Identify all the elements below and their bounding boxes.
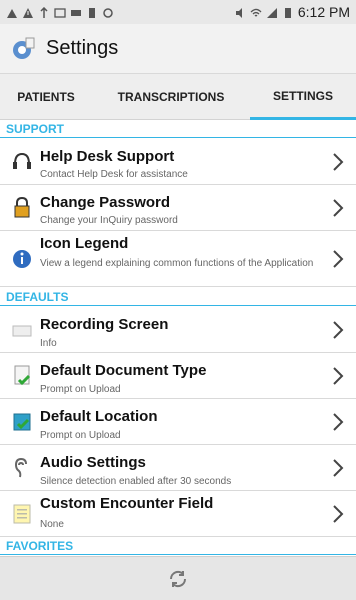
item-title: Custom Encounter Field <box>40 495 214 512</box>
item-subtitle: Prompt on Upload <box>40 430 121 441</box>
chevron-right-icon <box>330 249 346 269</box>
chevron-right-icon <box>330 412 346 432</box>
list-item-change-password[interactable]: Change Password Change your InQuiry pass… <box>0 185 356 231</box>
lock-icon <box>10 196 34 220</box>
tab-patients[interactable]: PATIENTS <box>0 74 92 120</box>
app-icon <box>70 6 82 18</box>
notification-icon <box>6 6 18 18</box>
status-bar: 6:12 PM <box>0 0 356 24</box>
tab-transcriptions[interactable]: TRANSCRIPTIONS <box>92 74 250 120</box>
ear-icon <box>10 456 34 480</box>
item-title: Recording Screen <box>40 316 169 333</box>
tab-label: PATIENTS <box>17 90 75 104</box>
chevron-right-icon <box>330 458 346 478</box>
item-title: Default Document Type <box>40 362 207 379</box>
status-time: 6:12 PM <box>297 4 350 20</box>
usb-icon <box>38 6 50 18</box>
chevron-right-icon <box>330 504 346 524</box>
tab-bar: PATIENTS TRANSCRIPTIONS SETTINGS <box>0 74 356 120</box>
tab-settings[interactable]: SETTINGS <box>250 74 356 120</box>
info-icon <box>10 247 34 271</box>
bottom-bar <box>0 556 356 600</box>
list-item-audio-settings[interactable]: Audio Settings Silence detection enabled… <box>0 445 356 491</box>
chevron-right-icon <box>330 320 346 340</box>
list-item-help-desk-support[interactable]: Help Desk Support Contact Help Desk for … <box>0 139 356 185</box>
list-item-recording-screen[interactable]: Recording Screen Info <box>0 307 356 353</box>
refresh-icon[interactable] <box>167 568 189 590</box>
list-item-default-location[interactable]: Default Location Prompt on Upload <box>0 399 356 445</box>
wifi-icon <box>250 6 262 18</box>
mute-icon <box>234 6 246 18</box>
tab-label: TRANSCRIPTIONS <box>117 90 225 104</box>
list-item-custom-encounter-field[interactable]: Custom Encounter Field None <box>0 491 356 537</box>
item-title: Default Location <box>40 408 158 425</box>
chevron-right-icon <box>330 198 346 218</box>
section-defaults: DEFAULTS <box>0 290 356 306</box>
location-check-icon <box>10 410 34 434</box>
chevron-right-icon <box>330 152 346 172</box>
document-check-icon <box>10 364 34 388</box>
item-subtitle: Info <box>40 338 57 349</box>
item-subtitle: None <box>40 519 64 530</box>
item-subtitle: Silence detection enabled after 30 secon… <box>40 476 232 487</box>
list-item-default-document-type[interactable]: Default Document Type Prompt on Upload <box>0 353 356 399</box>
sync-icon <box>102 6 114 18</box>
signal-icon <box>266 6 278 18</box>
item-subtitle: Prompt on Upload <box>40 384 121 395</box>
app-bar: Settings <box>0 24 356 74</box>
item-subtitle: Change your InQuiry password <box>40 215 178 226</box>
section-support: SUPPORT <box>0 122 356 138</box>
page-title: Settings <box>46 37 119 59</box>
section-label: FAVORITES <box>6 539 74 553</box>
item-title: Change Password <box>40 194 171 211</box>
screenshot-icon <box>54 6 66 18</box>
list-item-icon-legend[interactable]: Icon Legend View a legend explaining com… <box>0 231 356 287</box>
clipboard-icon <box>86 6 98 18</box>
tab-label: SETTINGS <box>272 88 333 103</box>
headset-icon <box>10 150 34 174</box>
item-title: Help Desk Support <box>40 148 175 165</box>
notepad-icon <box>10 502 34 526</box>
warning-icon <box>22 6 34 18</box>
status-icons-right: 6:12 PM <box>234 4 350 20</box>
battery-icon <box>282 6 294 18</box>
settings-app-icon[interactable] <box>10 36 36 62</box>
item-subtitle: View a legend explaining common function… <box>40 258 314 269</box>
keyboard-icon <box>10 318 34 342</box>
item-subtitle: Contact Help Desk for assistance <box>40 169 188 180</box>
item-title: Audio Settings <box>40 454 146 471</box>
section-favorites: FAVORITES <box>0 539 356 555</box>
section-label: SUPPORT <box>6 122 65 136</box>
section-label: DEFAULTS <box>6 290 69 304</box>
status-icons-left <box>6 6 114 18</box>
chevron-right-icon <box>330 366 346 386</box>
item-title: Icon Legend <box>40 235 129 252</box>
